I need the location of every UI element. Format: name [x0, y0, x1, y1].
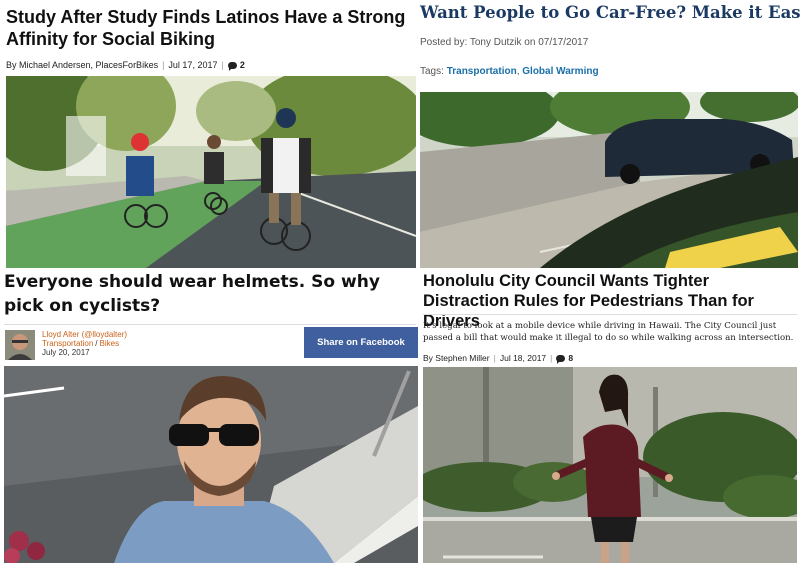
divider	[4, 324, 416, 325]
article-card-car-free[interactable]: Want People to Go Car-Free? Make it Easi…	[418, 0, 800, 268]
photo-woman-crosswalk	[423, 367, 797, 563]
date: July 20, 2017	[42, 348, 90, 357]
separator: |	[550, 353, 553, 363]
headline[interactable]: Study After Study Finds Latinos Have a S…	[6, 6, 414, 50]
byline: By Stephen Miller | Jul 18, 2017 | 8	[423, 353, 573, 364]
posted-by: Posted by: Tony Dutzik on 07/17/2017	[420, 37, 589, 48]
category-transportation[interactable]: Transportation	[42, 339, 93, 348]
comment-bubble-icon[interactable]	[556, 355, 566, 364]
photo-parking-garage	[420, 92, 798, 268]
tag-global-warming[interactable]: Global Warming	[522, 66, 598, 77]
photo-cyclists-bike-lane	[6, 76, 416, 268]
article-card-latinos-biking[interactable]: Study After Study Finds Latinos Have a S…	[0, 0, 418, 268]
tags-label: Tags:	[420, 66, 444, 77]
divider	[423, 314, 797, 315]
comment-bubble-icon[interactable]	[227, 62, 237, 71]
category-bikes[interactable]: Bikes	[100, 339, 120, 348]
tags-row: Tags: Transportation, Global Warming	[420, 66, 599, 77]
article-card-helmets[interactable]: Everyone should wear helmets. So why pic…	[0, 268, 418, 563]
comment-count[interactable]: 2	[240, 60, 245, 70]
comment-count[interactable]: 8	[568, 353, 573, 363]
date: Jul 18, 2017	[499, 353, 547, 363]
date: Jul 17, 2017	[168, 60, 218, 70]
share-on-facebook-button[interactable]: Share on Facebook	[304, 327, 418, 358]
author[interactable]: By Stephen Miller	[423, 353, 490, 363]
avatar[interactable]	[5, 330, 35, 360]
tag-separator: ,	[516, 66, 520, 77]
byline: By Michael Andersen, PlacesForBikes | Jul …	[6, 60, 245, 71]
article-dek: It's legal to look at a mobile device wh…	[423, 321, 794, 343]
article-card-honolulu[interactable]: Honolulu City Council Wants Tighter Dist…	[418, 268, 800, 563]
separator: |	[493, 353, 496, 363]
headline[interactable]: Want People to Go Car-Free? Make it Easi…	[420, 3, 800, 23]
tag-transportation[interactable]: Transportation	[447, 66, 517, 77]
separator: |	[221, 60, 224, 70]
headline[interactable]: Everyone should wear helmets. So why pic…	[4, 270, 416, 318]
separator: |	[162, 60, 165, 70]
category-separator: /	[95, 339, 98, 348]
author[interactable]: By Michael Andersen, PlacesForBikes	[6, 60, 158, 70]
photo-man-sunglasses	[4, 366, 418, 563]
